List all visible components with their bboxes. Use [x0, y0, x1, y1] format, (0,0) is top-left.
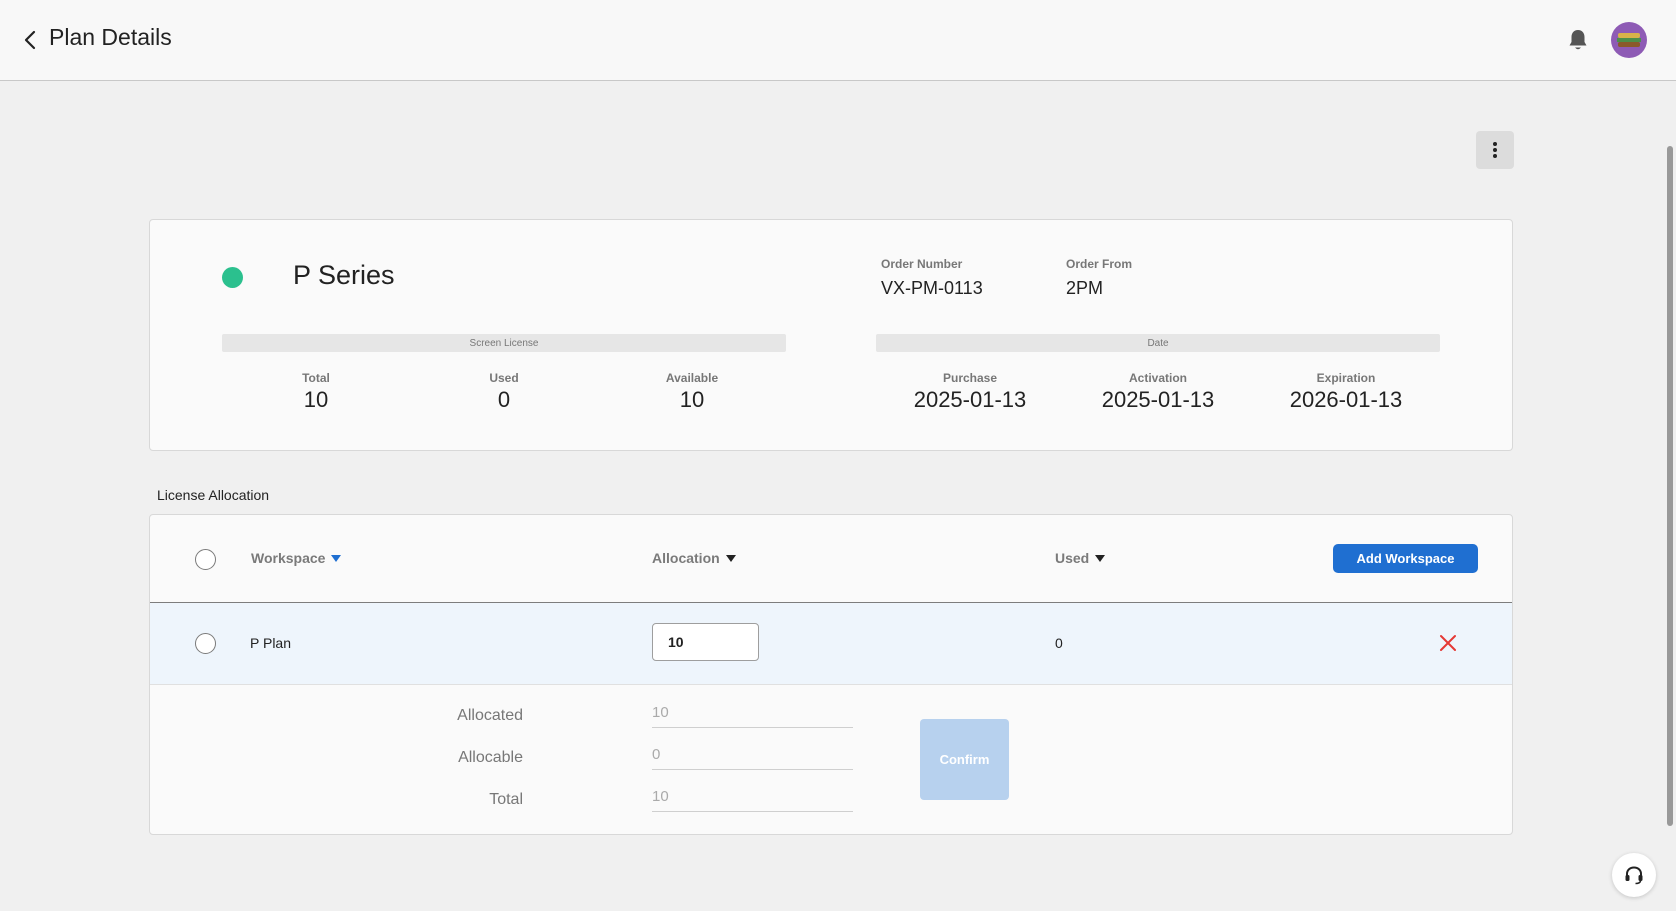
column-allocation[interactable]: Allocation [652, 550, 736, 566]
column-workspace[interactable]: Workspace [251, 550, 342, 566]
allocable-label: Allocable [458, 749, 523, 766]
delete-row-button[interactable] [1438, 633, 1458, 653]
more-options-button[interactable] [1476, 131, 1514, 169]
plan-name: P Series [293, 260, 395, 290]
avatar[interactable] [1611, 22, 1647, 58]
date-purchase-label: Purchase [942, 371, 998, 385]
order-from-value: 2PM [1066, 278, 1104, 298]
add-workspace-button[interactable]: Add Workspace [1333, 544, 1478, 573]
status-indicator [222, 267, 243, 288]
stat-total: Total 10 [226, 371, 406, 413]
stat-available-value: 10 [679, 387, 705, 412]
date-expiration: Expiration 2026-01-13 [1256, 371, 1436, 413]
column-allocation-label: Allocation [652, 550, 720, 566]
stat-used-value: 0 [497, 387, 511, 412]
row-used-value: 0 [1055, 635, 1063, 651]
allocation-input[interactable] [652, 623, 759, 661]
confirm-button[interactable]: Confirm [920, 719, 1009, 800]
avatar-image [1617, 33, 1641, 47]
row-workspace-name: P Plan [250, 635, 291, 651]
date-purchase: Purchase 2025-01-13 [880, 371, 1060, 413]
stat-available: Available 10 [602, 371, 782, 413]
order-number-label: Order Number [881, 257, 963, 271]
stat-used: Used 0 [414, 371, 594, 413]
order-number-value: VX-PM-0113 [881, 278, 983, 298]
date-activation-value: 2025-01-13 [1101, 387, 1215, 412]
top-bar: Plan Details [0, 0, 1676, 81]
column-used[interactable]: Used [1055, 550, 1106, 566]
license-allocation-title: License Allocation [157, 487, 270, 503]
select-all-radio[interactable] [195, 549, 216, 570]
table-row: P Plan 0 [150, 603, 1512, 685]
row-select-radio[interactable] [195, 633, 216, 654]
table-header: Workspace Allocation Used Add Workspace [150, 515, 1512, 603]
date-purchase-value: 2025-01-13 [913, 387, 1027, 412]
scrollbar-thumb[interactable] [1667, 146, 1673, 826]
sort-down-icon [1095, 554, 1106, 562]
bell-icon [1569, 30, 1587, 50]
date-section-label: Date [876, 334, 1440, 352]
date-expiration-value: 2026-01-13 [1289, 387, 1403, 412]
back-button[interactable] [18, 26, 42, 54]
date-activation: Activation 2025-01-13 [1068, 371, 1248, 413]
sort-down-icon [331, 554, 342, 562]
sort-down-icon [725, 554, 736, 562]
notifications-button[interactable] [1567, 28, 1589, 52]
plan-info-card: P Series Order Number VX-PM-0113 Order F… [149, 219, 1513, 451]
screen-license-section-label: Screen License [222, 334, 786, 352]
page-title: Plan Details [49, 24, 172, 50]
headset-icon [1625, 866, 1643, 885]
chevron-left-icon [24, 30, 36, 50]
support-button[interactable] [1612, 853, 1656, 897]
stat-available-label: Available [665, 371, 719, 385]
stat-total-value: 10 [303, 387, 329, 412]
allocated-label: Allocated [457, 707, 523, 724]
allocated-value: 10 [652, 702, 853, 728]
license-allocation-card: Workspace Allocation Used Add Workspace … [149, 514, 1513, 835]
allocable-value: 0 [652, 744, 853, 770]
total-label: Total [489, 791, 523, 808]
stat-used-label: Used [489, 371, 519, 385]
close-icon [1440, 635, 1456, 651]
total-value: 10 [652, 786, 853, 812]
date-expiration-label: Expiration [1316, 371, 1376, 385]
more-vertical-icon [1493, 142, 1497, 158]
date-activation-label: Activation [1128, 371, 1187, 385]
column-workspace-label: Workspace [251, 550, 326, 566]
order-from-label: Order From [1066, 257, 1133, 271]
column-used-label: Used [1055, 550, 1090, 566]
stat-total-label: Total [302, 371, 330, 385]
